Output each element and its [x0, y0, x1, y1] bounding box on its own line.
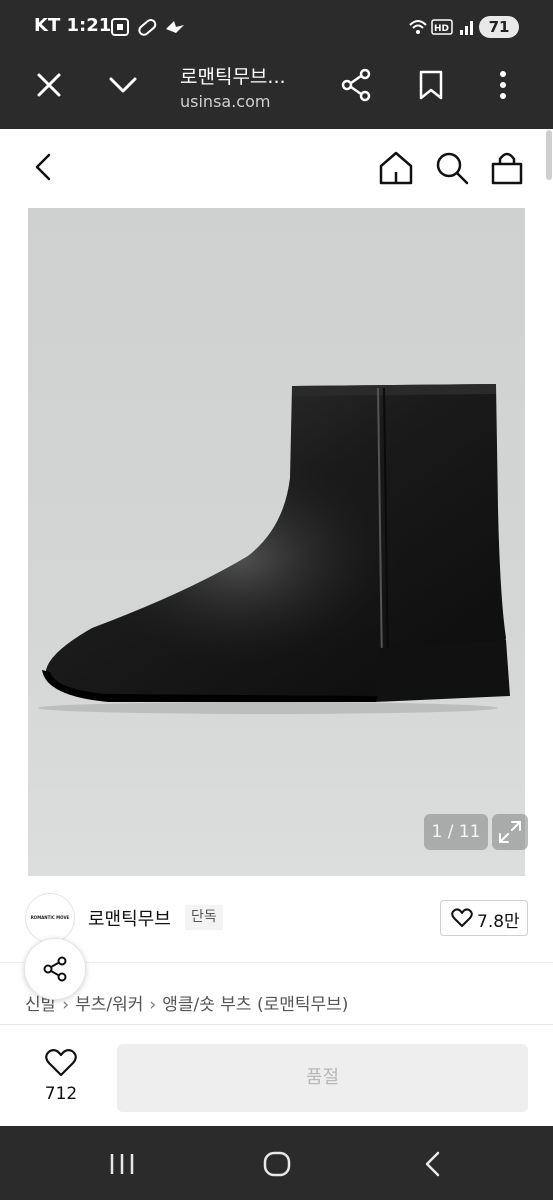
- more-options-icon[interactable]: [496, 70, 510, 100]
- category-level-3[interactable]: 앵클/숏 부츠 (로맨틱무브): [162, 995, 348, 1015]
- wishlist-count: 712: [44, 1084, 78, 1104]
- browser-page-title: 로맨틱무브...: [180, 66, 286, 88]
- recent-apps-icon[interactable]: [108, 1152, 136, 1176]
- image-counter: 1 / 11: [424, 814, 488, 850]
- brand-like-button[interactable]: 7.8만: [440, 900, 528, 936]
- brand-like-count: 7.8만: [477, 912, 520, 932]
- browser-toolbar: 로맨틱무브... usinsa.com: [0, 54, 553, 129]
- chevron-down-icon[interactable]: [108, 74, 138, 96]
- divider: [0, 1024, 553, 1025]
- back-button-icon[interactable]: [420, 1150, 444, 1178]
- system-navigation-bar: [0, 1126, 553, 1200]
- heart-icon: [451, 908, 473, 927]
- home-icon[interactable]: [378, 150, 414, 186]
- home-button-icon[interactable]: [262, 1150, 292, 1178]
- search-icon[interactable]: [434, 150, 470, 186]
- close-icon[interactable]: [36, 72, 62, 98]
- wishlist-heart-icon[interactable]: [44, 1048, 78, 1078]
- status-bar: KT 1:21 HD 71: [0, 0, 553, 54]
- share-icon: [43, 956, 67, 982]
- exclusive-badge: 단독: [185, 905, 223, 930]
- page-scrollbar[interactable]: [546, 130, 552, 180]
- share-icon[interactable]: [340, 68, 372, 102]
- breadcrumb-separator-icon: ›: [149, 995, 157, 1015]
- shopping-bag-icon[interactable]: [490, 150, 524, 186]
- soldout-button[interactable]: 품절: [117, 1044, 528, 1112]
- category-level-2[interactable]: 부츠/워커: [75, 995, 143, 1015]
- bookmark-icon[interactable]: [418, 70, 444, 100]
- expand-icon: [499, 821, 521, 843]
- browser-url[interactable]: usinsa.com: [180, 92, 270, 111]
- carrier-time: KT 1:21: [34, 15, 112, 36]
- brand-name[interactable]: 로맨틱무브: [88, 905, 171, 931]
- svg-text:HD: HD: [434, 24, 449, 34]
- status-notification-icons: [111, 18, 184, 36]
- product-image[interactable]: [28, 208, 525, 876]
- ankle-boot-illustration: [38, 384, 510, 714]
- status-signal-icons: HD: [409, 19, 473, 35]
- expand-image-button[interactable]: [492, 814, 528, 850]
- back-arrow-icon[interactable]: [32, 152, 54, 182]
- battery-indicator: 71: [479, 16, 519, 38]
- share-floating-button[interactable]: [24, 938, 86, 1000]
- brand-logo[interactable]: ROMANTIC MOVE: [25, 893, 75, 943]
